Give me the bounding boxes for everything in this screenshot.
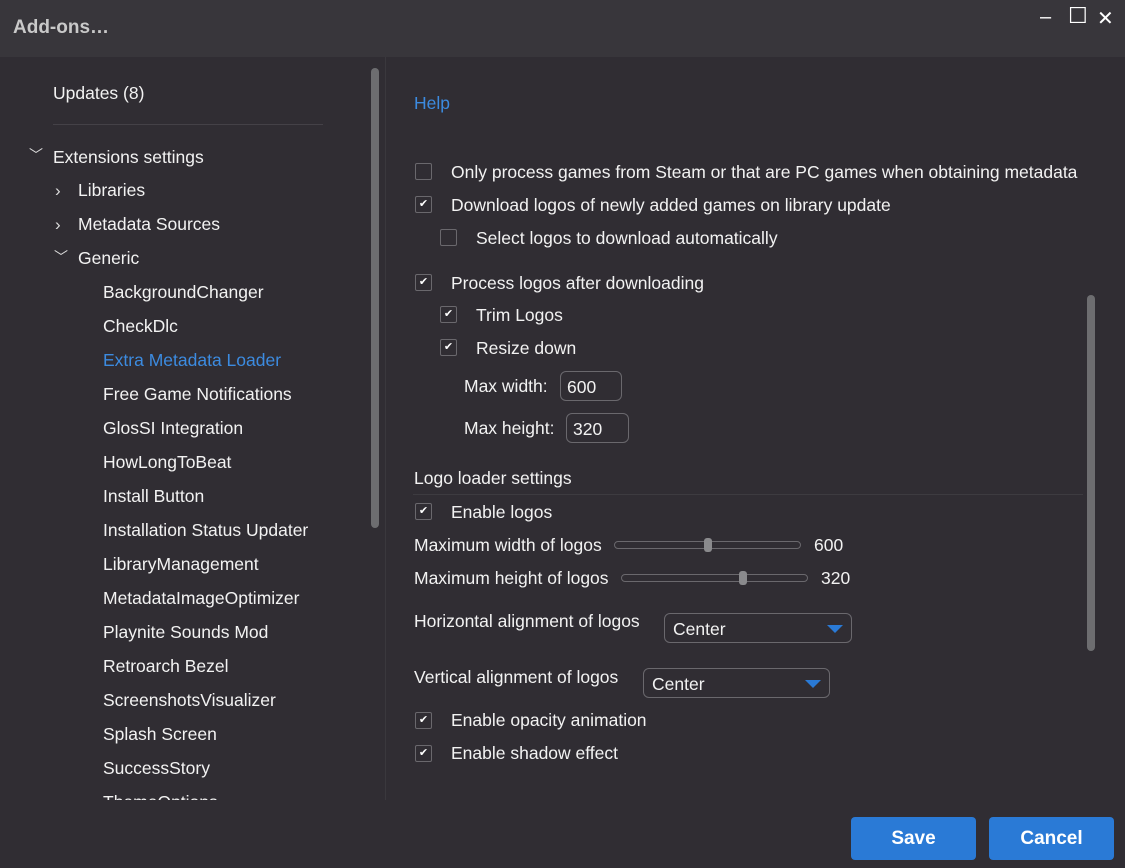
resize-down-label: Resize down <box>476 338 577 358</box>
sidebar-item-checkdlc[interactable]: CheckDlc <box>103 316 178 336</box>
cancel-button[interactable]: Cancel <box>989 817 1114 860</box>
max-height-logos-slider[interactable] <box>621 571 808 585</box>
logo-loader-header: Logo loader settings <box>414 468 572 488</box>
sidebar-item-backgroundchanger[interactable]: BackgroundChanger <box>103 282 264 302</box>
sidebar-item-howlongtobeat[interactable]: HowLongToBeat <box>103 452 231 472</box>
only-steam-label: Only process games from Steam or that ar… <box>451 162 1078 182</box>
trim-logos-checkbox[interactable]: ✔ <box>440 306 457 323</box>
settings-scrollbar[interactable] <box>1087 295 1095 651</box>
horizontal-alignment-select[interactable]: Center <box>664 613 852 643</box>
horizontal-alignment-label: Horizontal alignment of logos <box>414 611 640 631</box>
divider <box>413 494 1083 495</box>
slider-thumb[interactable] <box>738 571 747 585</box>
sidebar-item-libraries[interactable]: Libraries <box>78 180 145 200</box>
shadow-effect-checkbox[interactable]: ✔ <box>415 745 432 762</box>
addons-sidebar: Updates (8) ﹀ Extensions settings › Libr… <box>0 57 386 800</box>
save-button[interactable]: Save <box>851 817 976 860</box>
max-height-label: Max height: <box>464 418 555 438</box>
sidebar-item-generic[interactable]: Generic <box>78 248 139 268</box>
window-title: Add-ons… <box>13 17 110 38</box>
vertical-alignment-value: Center <box>652 674 705 694</box>
enable-logos-label: Enable logos <box>451 502 553 522</box>
vertical-alignment-select[interactable]: Center <box>643 668 830 698</box>
opacity-animation-label: Enable opacity animation <box>451 710 647 730</box>
maximize-icon[interactable]: ☐ <box>1068 3 1088 29</box>
sidebar-item-install-button[interactable]: Install Button <box>103 486 204 506</box>
sidebar-item-installation-status-updater[interactable]: Installation Status Updater <box>103 520 308 540</box>
sidebar-item-splash-screen[interactable]: Splash Screen <box>103 724 217 744</box>
minimize-icon[interactable]: ‒ <box>1040 6 1051 29</box>
sidebar-item-successstory[interactable]: SuccessStory <box>103 758 210 778</box>
slider-thumb[interactable] <box>703 538 712 552</box>
sidebar-item-metadata-sources[interactable]: Metadata Sources <box>78 214 220 234</box>
max-width-logos-label: Maximum width of logos <box>414 535 602 555</box>
process-logos-label: Process logos after downloading <box>451 273 704 293</box>
resize-down-checkbox[interactable]: ✔ <box>440 339 457 356</box>
enable-logos-checkbox[interactable]: ✔ <box>415 503 432 520</box>
max-height-input[interactable]: 320 <box>566 413 629 443</box>
dropdown-arrow-icon <box>827 625 843 633</box>
help-link[interactable]: Help <box>414 93 450 113</box>
shadow-effect-label: Enable shadow effect <box>451 743 619 763</box>
sidebar-item-free-game-notifications[interactable]: Free Game Notifications <box>103 384 292 404</box>
download-logos-checkbox[interactable]: ✔ <box>415 196 432 213</box>
select-logos-checkbox[interactable] <box>440 229 457 246</box>
sidebar-item-extra-metadata-loader[interactable]: Extra Metadata Loader <box>103 350 281 370</box>
max-width-label: Max width: <box>464 376 548 396</box>
dropdown-arrow-icon <box>805 680 821 688</box>
sidebar-item-retroarch-bezel[interactable]: Retroarch Bezel <box>103 656 228 676</box>
only-steam-checkbox[interactable] <box>415 163 432 180</box>
chevron-down-icon[interactable]: ﹀ <box>29 145 43 165</box>
download-logos-label: Download logos of newly added games on l… <box>451 195 891 215</box>
sidebar-item-extensions-settings[interactable]: Extensions settings <box>53 147 204 167</box>
title-bar: Add-ons… ‒ ☐ ✕ <box>0 0 1125 57</box>
sidebar-item-updates[interactable]: Updates (8) <box>53 83 144 103</box>
select-logos-label: Select logos to download automatically <box>476 228 778 248</box>
sidebar-item-playnite-sounds-mod[interactable]: Playnite Sounds Mod <box>103 622 268 642</box>
sidebar-item-glossi-integration[interactable]: GlosSI Integration <box>103 418 243 438</box>
sidebar-scrollbar[interactable] <box>371 68 379 528</box>
max-width-input[interactable]: 600 <box>560 371 622 401</box>
sidebar-item-screenshotsvisualizer[interactable]: ScreenshotsVisualizer <box>103 690 276 710</box>
sidebar-item-themeoptions[interactable]: ThemeOptions <box>103 792 218 800</box>
chevron-right-icon[interactable]: › <box>55 181 61 201</box>
sidebar-item-metadataimageoptimizer[interactable]: MetadataImageOptimizer <box>103 588 299 608</box>
max-width-logos-value: 600 <box>814 535 844 555</box>
max-width-logos-slider[interactable] <box>614 538 801 552</box>
chevron-down-icon[interactable]: ﹀ <box>54 247 68 267</box>
trim-logos-label: Trim Logos <box>476 305 563 325</box>
divider <box>53 124 323 125</box>
horizontal-alignment-value: Center <box>673 619 726 639</box>
vertical-alignment-label: Vertical alignment of logos <box>414 667 619 687</box>
chevron-right-icon[interactable]: › <box>55 215 61 235</box>
max-height-logos-label: Maximum height of logos <box>414 568 609 588</box>
process-logos-checkbox[interactable]: ✔ <box>415 274 432 291</box>
opacity-animation-checkbox[interactable]: ✔ <box>415 712 432 729</box>
close-icon[interactable]: ✕ <box>1097 6 1114 31</box>
sidebar-item-librarymanagement[interactable]: LibraryManagement <box>103 554 259 574</box>
max-height-logos-value: 320 <box>821 568 851 588</box>
